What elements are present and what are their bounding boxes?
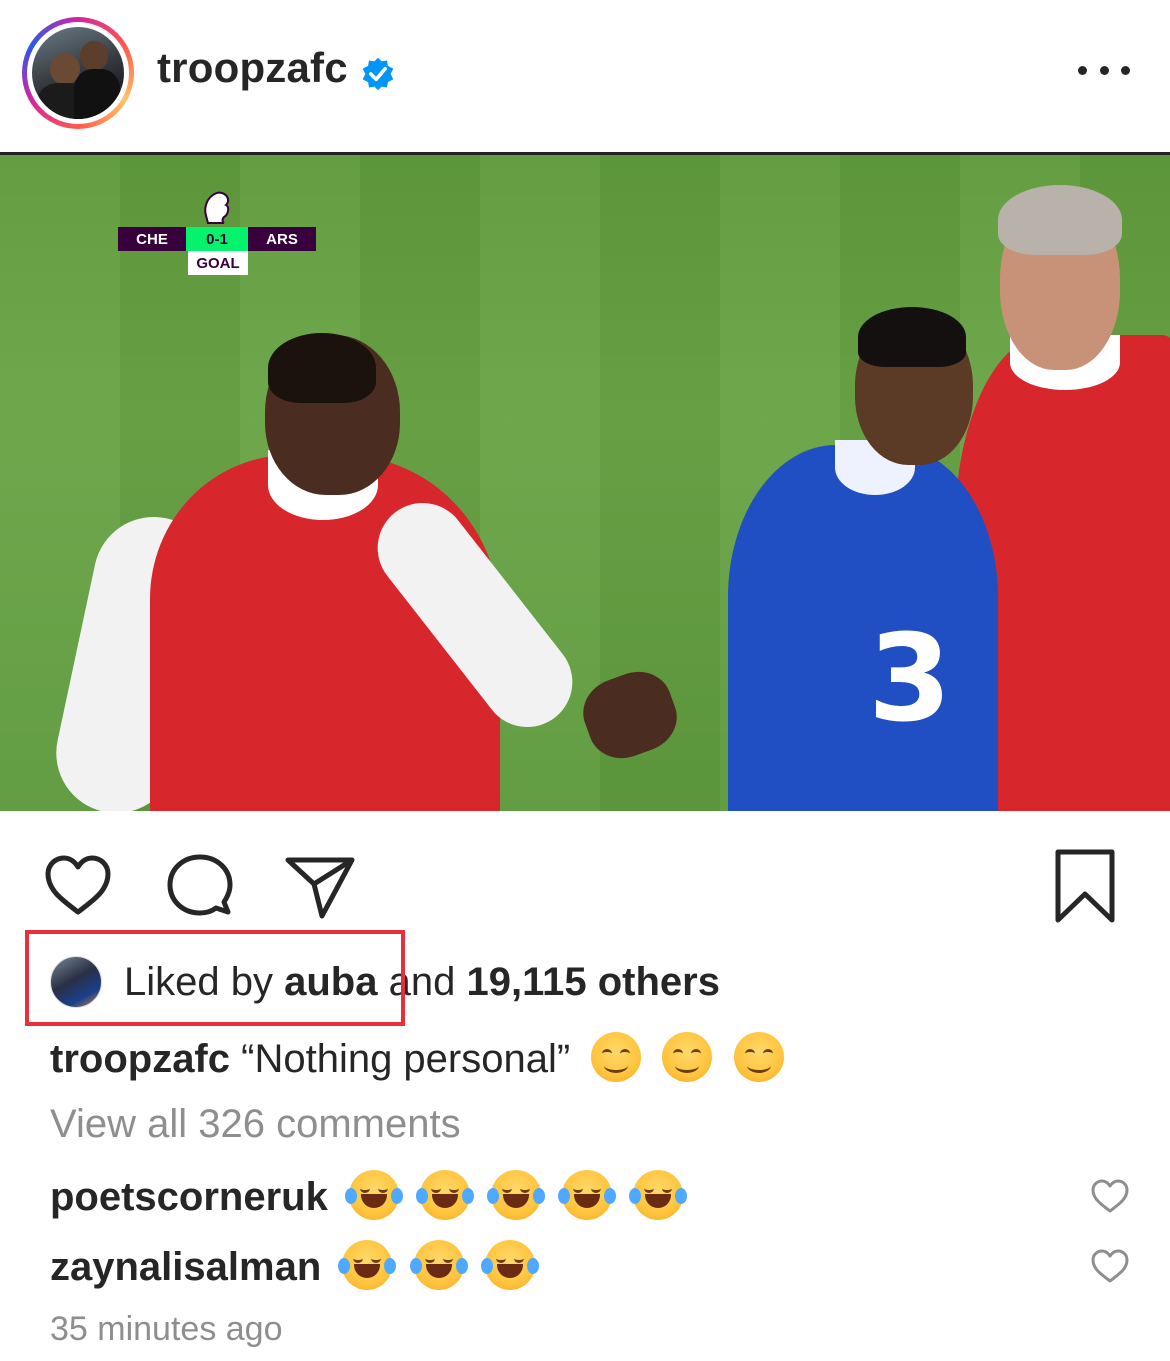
tears-of-joy-icon — [409, 1240, 468, 1290]
chelsea-player-shirt — [728, 445, 998, 811]
shirt-sponsor-logo: 3 — [868, 610, 952, 749]
premier-league-lion-icon — [204, 191, 230, 224]
verified-badge-icon — [362, 57, 394, 91]
post-username[interactable]: troopzafc — [157, 44, 348, 92]
tears-of-joy-icon — [558, 1170, 617, 1220]
smiling-face-icon — [662, 1032, 713, 1082]
heart-icon[interactable] — [42, 850, 114, 922]
post-header: troopzafc — [0, 0, 1170, 150]
comment-row: poetscorneruk — [50, 1170, 688, 1220]
story-ring[interactable] — [22, 17, 134, 129]
profile-avatar[interactable] — [32, 27, 124, 119]
send-icon[interactable] — [284, 850, 356, 922]
action-bar — [0, 808, 1170, 928]
likes-count[interactable]: 19,115 others — [466, 960, 720, 1005]
view-all-comments-link[interactable]: View all 326 comments — [50, 1102, 461, 1147]
score: 0-1 — [186, 227, 248, 251]
away-team: ARS — [248, 227, 316, 251]
smiling-face-icon — [733, 1032, 784, 1082]
comment-username[interactable]: zaynalisalman — [50, 1245, 321, 1289]
player-hair — [998, 185, 1122, 255]
tears-of-joy-icon — [480, 1240, 539, 1290]
tears-of-joy-icon — [629, 1170, 688, 1220]
goal-label: GOAL — [188, 251, 248, 275]
post-image[interactable]: CHE 0-1 ARS GOAL 3 — [0, 152, 1170, 811]
smiling-face-icon — [591, 1032, 642, 1082]
caption-username[interactable]: troopzafc — [50, 1037, 230, 1081]
tears-of-joy-icon — [416, 1170, 475, 1220]
annotation-highlight-box — [25, 930, 405, 1026]
comment-username[interactable]: poetscorneruk — [50, 1175, 328, 1219]
post-caption: troopzafc “Nothing personal” — [50, 1032, 784, 1082]
comment-row: zaynalisalman — [50, 1240, 539, 1290]
player-hair — [858, 307, 966, 367]
scorebug: CHE 0-1 ARS GOAL — [118, 189, 320, 279]
tears-of-joy-icon — [344, 1170, 403, 1220]
player-hair — [268, 333, 376, 403]
caption-text: “Nothing personal” — [241, 1037, 571, 1081]
comment-icon[interactable] — [164, 850, 236, 922]
tears-of-joy-icon — [487, 1170, 546, 1220]
more-horizontal-icon[interactable] — [1078, 55, 1130, 85]
home-team: CHE — [118, 227, 186, 251]
comment-like-heart-icon[interactable] — [1090, 1248, 1130, 1284]
avatar-gap — [27, 22, 129, 124]
bookmark-icon[interactable] — [1052, 848, 1118, 924]
tears-of-joy-icon — [338, 1240, 397, 1290]
comment-like-heart-icon[interactable] — [1090, 1178, 1130, 1214]
post-timestamp: 35 minutes ago — [50, 1310, 283, 1348]
